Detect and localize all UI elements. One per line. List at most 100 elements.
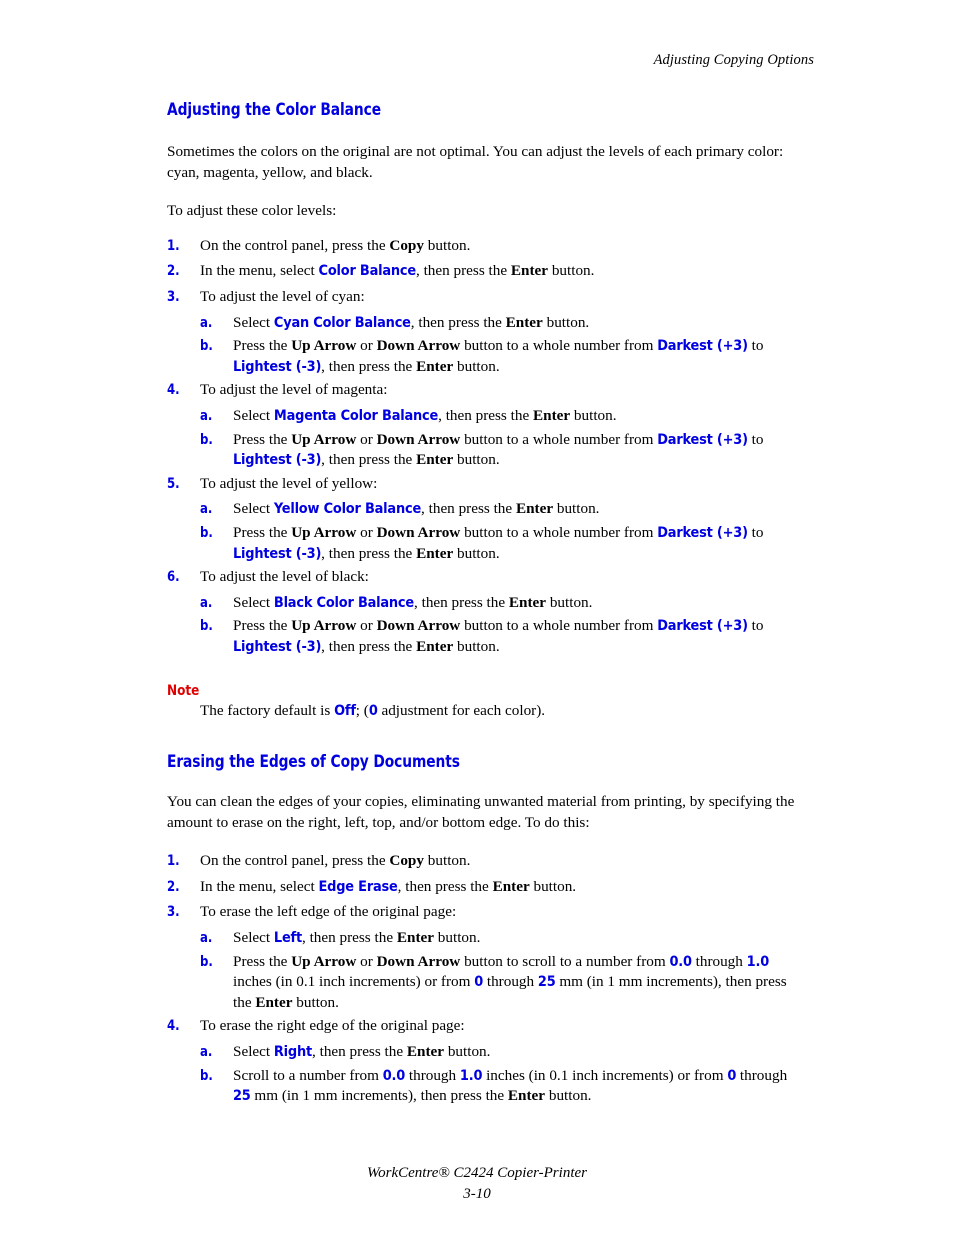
substep-text: Press the <box>233 523 292 541</box>
ui-term-zero: 0 <box>368 703 378 720</box>
bold-term-down-arrow: Down Arrow <box>376 617 461 635</box>
substep-text-mid2: inches (in 0.1 inch increments) or from <box>482 1066 728 1084</box>
list-item: 4. To erase the right edge of the origin… <box>167 1016 807 1037</box>
document-page: Adjusting Copying Options Adjusting the … <box>0 0 954 1235</box>
ui-term-darkest: Darkest (+3) <box>657 618 748 635</box>
substep-text-mid3: through <box>736 1066 788 1084</box>
step-text: To erase the right edge of the original … <box>200 1017 465 1035</box>
note-text-mid: ; ( <box>355 702 369 720</box>
list-item: b. Press the Up Arrow or Down Arrow butt… <box>167 616 807 657</box>
list-marker: a. <box>200 314 213 331</box>
bold-term: Enter <box>396 929 434 947</box>
substep-text: Select <box>233 929 274 947</box>
page-footer: WorkCentre® C2424 Copier-Printer 3-10 <box>0 1163 954 1205</box>
substep-text-mid2: button to a whole number from <box>460 337 658 355</box>
substep-text-tail: button. <box>434 929 481 947</box>
step-text-tail: button. <box>529 877 577 895</box>
bold-term: Enter <box>492 877 530 895</box>
substep-text-tail: button. <box>453 637 500 655</box>
intro-paragraph-color-balance: Sometimes the colors on the original are… <box>167 143 784 181</box>
substep-text-mid: , then press the <box>421 500 516 518</box>
ui-term-left: Left <box>273 930 302 947</box>
list-marker: 3. <box>167 288 180 305</box>
substep-text-mid3: to <box>747 523 764 541</box>
list-item: 2. In the menu, select Edge Erase, then … <box>167 877 807 898</box>
ui-term: Cyan Color Balance <box>273 314 411 331</box>
bold-term-enter: Enter <box>416 544 454 562</box>
substep-text-mid: or <box>356 617 377 635</box>
substep-text-tail: button. <box>542 313 590 331</box>
list-item: b. Press the Up Arrow or Down Arrow butt… <box>167 430 807 471</box>
list-marker: b. <box>200 338 213 355</box>
substep-text-mid4: , then press the <box>321 357 417 375</box>
list-marker: 1. <box>167 237 180 254</box>
substeps-magenta: a. Select Magenta Color Balance, then pr… <box>167 406 807 471</box>
substep-text-mid5: through <box>483 973 538 991</box>
footer-page-number: 3-10 <box>463 1186 491 1202</box>
substep-text-mid: or <box>356 952 377 970</box>
bold-term-up-arrow: Up Arrow <box>291 337 357 355</box>
heading-adjusting-the-color-balance: Adjusting the Color Balance <box>167 100 381 119</box>
ui-term: Color Balance <box>318 263 417 280</box>
substep-text: Scroll to a number from <box>233 1066 383 1084</box>
ui-value-min-mm: 0 <box>727 1067 737 1084</box>
ui-term-lightest: Lightest (-3) <box>233 545 322 562</box>
list-marker: 6. <box>167 569 180 586</box>
substep-text-mid2: button to a whole number from <box>460 617 658 635</box>
list-marker: 4. <box>167 1018 180 1035</box>
list-marker: a. <box>200 594 213 611</box>
substep-text-tail: button. <box>570 406 617 424</box>
list-item: 1. On the control panel, press the Copy … <box>167 851 807 872</box>
ui-value-max-inches: 1.0 <box>459 1067 483 1084</box>
list-marker: a. <box>200 1044 213 1060</box>
ui-term-off: Off <box>334 703 356 720</box>
footer-product-name: WorkCentre® C2424 Copier-Printer <box>367 1165 587 1181</box>
bold-term-up-arrow: Up Arrow <box>291 952 357 970</box>
list-item: 2. In the menu, select Color Balance, th… <box>167 261 807 282</box>
list-marker: 2. <box>167 263 180 280</box>
ui-term-darkest: Darkest (+3) <box>657 338 748 355</box>
bold-term: Enter <box>510 262 549 280</box>
list-marker: b. <box>200 953 213 970</box>
substep-text-mid3: through <box>691 952 747 970</box>
substep-text: Select <box>233 500 274 518</box>
list-marker: b. <box>200 431 213 448</box>
ui-term: Black Color Balance <box>273 594 414 611</box>
bold-term: Enter <box>406 1043 445 1060</box>
substeps-left-edge: a. Select Left, then press the Enter but… <box>167 928 807 1013</box>
bold-term: Enter <box>515 500 554 518</box>
substep-text-mid: , then press the <box>410 313 506 331</box>
list-item: a. Select Yellow Color Balance, then pre… <box>167 499 807 520</box>
list-marker: 3. <box>167 904 180 921</box>
list-marker: b. <box>200 618 213 635</box>
substep-text-mid: , then press the <box>414 593 509 611</box>
substep-text-mid3: to <box>747 617 764 635</box>
bold-term-down-arrow: Down Arrow <box>376 523 461 541</box>
ui-term-darkest: Darkest (+3) <box>657 431 748 448</box>
substeps-cyan: a. Select Cyan Color Balance, then press… <box>167 313 807 378</box>
substep-text-tail: button. <box>545 1087 592 1105</box>
ui-value-min-inches: 0.0 <box>382 1067 406 1084</box>
list-item: a. Select Left, then press the Enter but… <box>167 928 807 949</box>
substep-text-mid: , then press the <box>312 1043 407 1060</box>
ui-term-lightest: Lightest (-3) <box>233 452 322 469</box>
substeps-yellow: a. Select Yellow Color Balance, then pre… <box>167 499 807 564</box>
list-item: a. Select Cyan Color Balance, then press… <box>167 313 807 334</box>
bold-term: Copy <box>389 236 424 254</box>
ui-term-edge-erase: Edge Erase <box>318 878 398 895</box>
bold-term-down-arrow: Down Arrow <box>376 952 461 970</box>
list-marker: a. <box>200 407 213 424</box>
substep-text-tail: button. <box>453 544 500 562</box>
bold-term: Enter <box>508 593 547 611</box>
ui-value-min-inches: 0.0 <box>669 953 692 970</box>
substep-text-mid4: inches (in 0.1 inch increments) or from <box>233 973 475 991</box>
list-item: b. Press the Up Arrow or Down Arrow butt… <box>167 523 807 564</box>
substep-text-mid3: to <box>747 337 764 355</box>
substeps-right-edge: a. Select Right, then press the Enter bu… <box>167 1042 807 1107</box>
substep-text-tail: button. <box>292 993 339 1011</box>
list-item: b. Scroll to a number from 0.0 through 1… <box>167 1066 807 1107</box>
intro-paragraph-edge-erase: You can clean the edges of your copies, … <box>167 793 795 831</box>
step-text: To adjust the level of black: <box>200 568 369 586</box>
bold-term-up-arrow: Up Arrow <box>291 430 357 448</box>
step-text: On the control panel, press the <box>200 852 390 870</box>
